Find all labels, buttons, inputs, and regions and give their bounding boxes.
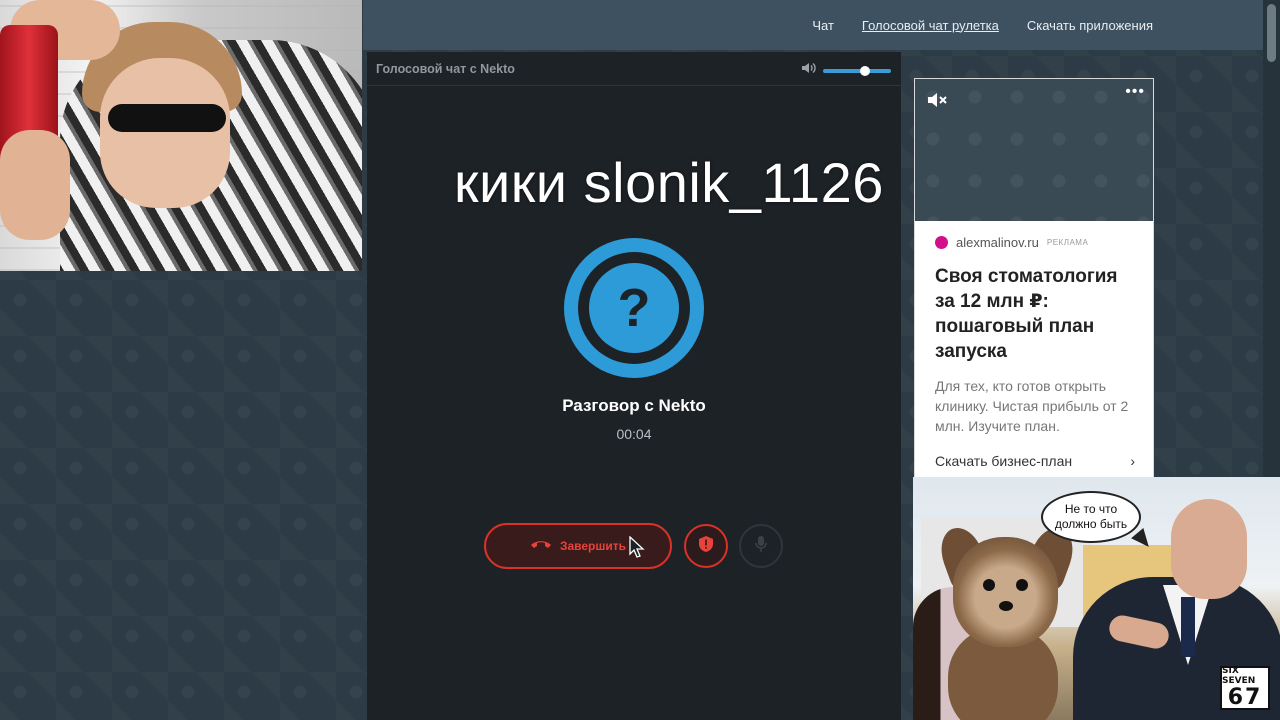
ad-source-logo: [935, 236, 948, 249]
nav-item-voice-roulette[interactable]: Голосовой чат рулетка: [862, 18, 999, 33]
meme-speech-bubble: Не то что должно быть: [1041, 491, 1141, 543]
meme-badge-number: 67: [1227, 685, 1263, 710]
ad-tag: РЕКЛАМА: [1046, 238, 1089, 247]
speaker-icon[interactable]: [801, 61, 817, 80]
meme-67-badge: SIX SEVEN 67: [1220, 666, 1270, 710]
webcam-person-face: [100, 58, 230, 208]
ad-source[interactable]: alexmalinov.ru РЕКЛАМА: [915, 221, 1153, 250]
ad-link[interactable]: Скачать бизнес-план ›: [935, 453, 1135, 475]
scrollbar-thumb[interactable]: [1267, 4, 1276, 62]
shield-icon: [698, 535, 714, 558]
ad-media[interactable]: •••: [915, 79, 1153, 221]
webcam-video: [0, 0, 362, 271]
panel-bottom-edge: [367, 710, 901, 720]
meme-badge-top: SIX SEVEN: [1222, 666, 1256, 686]
partner-avatar-ring: ?: [578, 252, 690, 364]
meme-image: Не то что должно быть SIX SEVEN 67: [913, 477, 1280, 720]
ad-block[interactable]: ••• alexmalinov.ru РЕКЛАМА Своя стоматол…: [914, 78, 1154, 478]
meme-dog-head: [953, 537, 1058, 647]
end-call-label: Завершить: [559, 539, 627, 553]
meme-man-tie: [1181, 597, 1195, 657]
ad-source-domain: alexmalinov.ru: [956, 235, 1039, 250]
volume-control[interactable]: [801, 61, 891, 80]
partner-avatar: ?: [564, 238, 704, 378]
call-timer: 00:04: [616, 426, 652, 442]
mouse-cursor-icon: [629, 535, 645, 563]
report-button[interactable]: [684, 524, 728, 568]
call-panel-title: Голосовой чат с Nekto: [376, 61, 515, 76]
meme-dog-eye-left: [983, 579, 995, 591]
webcam-person-hand-left: [0, 130, 70, 240]
muted-speaker-icon[interactable]: [927, 91, 949, 114]
ad-menu-icon[interactable]: •••: [1125, 83, 1145, 101]
ad-link-label: Скачать бизнес-план: [935, 453, 1073, 469]
nav-item-download-apps[interactable]: Скачать приложения: [1027, 18, 1153, 33]
volume-slider-knob[interactable]: [860, 65, 871, 76]
mic-button[interactable]: [739, 524, 783, 568]
top-nav: Чат Голосовой чат рулетка Скачать прилож…: [363, 0, 1263, 50]
meme-man-head: [1171, 499, 1247, 599]
microphone-icon: [755, 535, 767, 558]
chevron-right-icon: ›: [1130, 453, 1135, 469]
ad-text: Для тех, кто готов открыть клинику. Чист…: [935, 378, 1129, 434]
conversation-title: Разговор с Nekto: [562, 396, 706, 415]
hangup-icon: [530, 539, 552, 554]
webcam-person-glasses: [108, 104, 226, 132]
question-mark-icon: ?: [589, 263, 679, 353]
volume-slider[interactable]: [823, 65, 891, 76]
stream-caption: кики slonik_1126: [454, 151, 884, 214]
ad-title[interactable]: Своя стоматология за 12 млн ₽: пошаговый…: [915, 250, 1153, 364]
meme-dog-eye-right: [1016, 579, 1028, 591]
meme-dog-nose: [999, 601, 1013, 611]
nav-item-chat[interactable]: Чат: [812, 18, 834, 33]
